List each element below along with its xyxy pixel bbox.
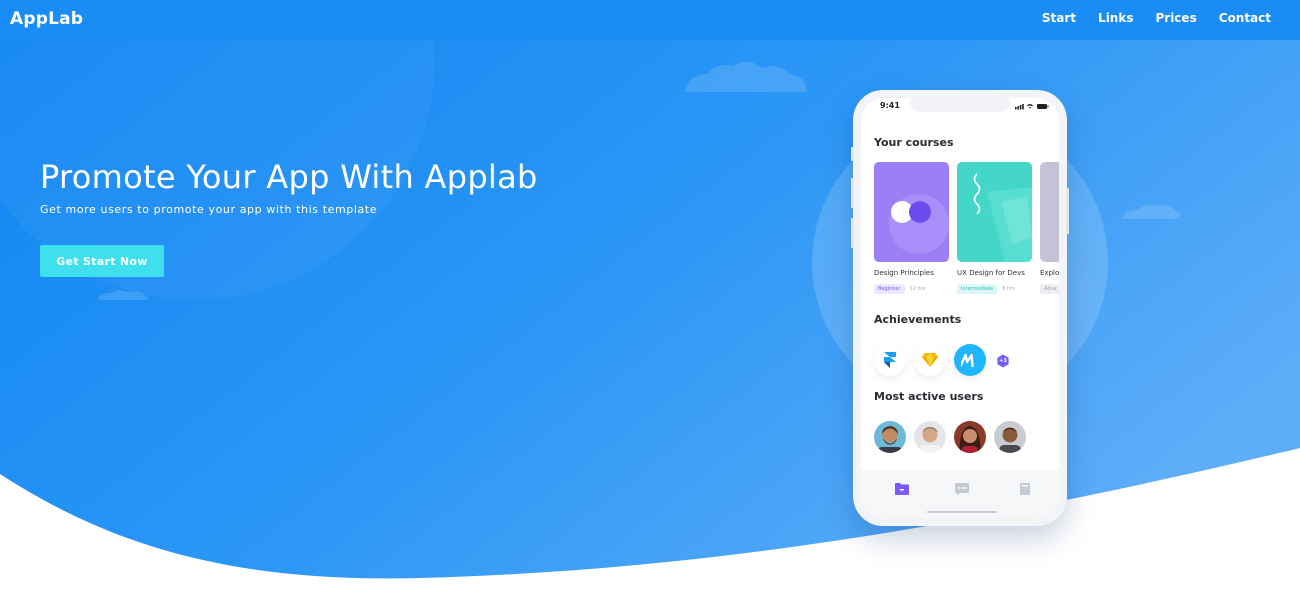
sketch-icon[interactable]: [914, 344, 946, 376]
home-indicator: [927, 511, 997, 513]
bottom-tab-bar: [861, 470, 1059, 518]
course-name: UX Design for Devs: [957, 269, 1025, 277]
phone-volume-up: [851, 178, 854, 208]
phone-power-button: [1066, 188, 1069, 234]
avatar[interactable]: [994, 421, 1026, 453]
nav-link-links[interactable]: Links: [1098, 11, 1133, 25]
hero-background: [0, 0, 1300, 613]
course-name: Design Principles: [874, 269, 934, 277]
hero-subtitle: Get more users to promote your app with …: [40, 203, 378, 216]
course-hours: 12 hrs: [909, 286, 926, 292]
get-start-now-button[interactable]: Get Start Now: [40, 245, 164, 277]
avatar[interactable]: [874, 421, 906, 453]
course-thumbnail: [874, 162, 949, 262]
hero-section: [0, 0, 1300, 613]
nav-link-start[interactable]: Start: [1042, 11, 1076, 25]
nav-links: Start Links Prices Contact: [1020, 11, 1271, 25]
hero-title: Promote Your App With Applab: [40, 158, 538, 196]
course-card-design-principles[interactable]: [874, 162, 949, 262]
folder-icon[interactable]: [894, 482, 910, 496]
nav-link-contact[interactable]: Contact: [1219, 11, 1271, 25]
avatar[interactable]: [954, 421, 986, 453]
applab-logo[interactable]: AppLab: [10, 9, 83, 29]
level-badge: Beginner: [874, 284, 905, 294]
phone-screen: 9:41 Your courses Design Principles Begi…: [861, 98, 1059, 518]
phone-mockup: 9:41 Your courses Design Principles Begi…: [851, 90, 1069, 526]
course-thumbnail: [957, 162, 1032, 262]
course-meta: Beginner 12 hrs: [874, 284, 925, 294]
phone-notch: [910, 98, 1010, 112]
chat-icon[interactable]: [954, 482, 970, 496]
level-badge: Adva: [1040, 284, 1059, 294]
navbar: AppLab Start Links Prices Contact: [0, 0, 1300, 40]
status-icons: [1015, 104, 1049, 110]
nav-link-prices[interactable]: Prices: [1155, 11, 1196, 25]
course-card-explore[interactable]: [1040, 162, 1059, 262]
course-meta: Intermediate 8 hrs: [957, 284, 1015, 294]
phone-volume-down: [851, 218, 854, 248]
more-achievements-count: +3: [999, 358, 1007, 364]
course-meta: Adva: [1040, 284, 1059, 294]
phone-side-button: [851, 147, 854, 161]
achievements-title: Achievements: [874, 313, 962, 326]
most-active-users-title: Most active users: [874, 390, 984, 403]
course-name: Explo: [1040, 269, 1059, 277]
course-card-ux-design[interactable]: [957, 162, 1032, 262]
marvel-icon[interactable]: [954, 344, 986, 376]
course-hours: 8 hrs: [1002, 286, 1015, 292]
book-icon[interactable]: [1017, 482, 1033, 496]
avatar[interactable]: [914, 421, 946, 453]
status-time: 9:41: [880, 101, 900, 110]
courses-title: Your courses: [874, 136, 954, 149]
level-badge: Intermediate: [957, 284, 998, 294]
framer-icon[interactable]: [874, 344, 906, 376]
